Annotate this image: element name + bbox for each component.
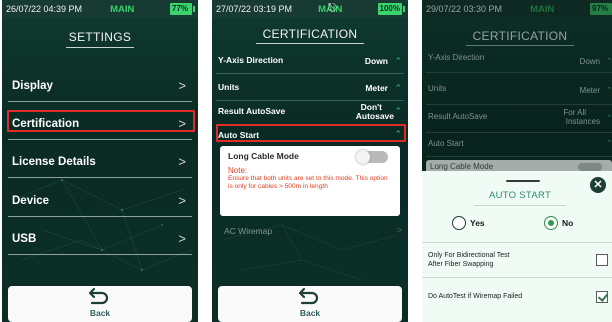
menu-item-license-details[interactable]: License Details > xyxy=(8,154,192,178)
battery-indicator: 100% xyxy=(377,3,406,15)
card-title: Long Cable Mode xyxy=(228,151,299,161)
back-arrow-icon xyxy=(88,287,109,305)
divider xyxy=(8,139,192,140)
note-title: Note: xyxy=(228,166,248,175)
row-value: Down xyxy=(364,56,388,66)
status-bar: 27/07/22 03:19 PM MAIN ⎋ 100% xyxy=(212,0,408,18)
charging-plug-icon: ⎋ xyxy=(328,2,337,14)
checkbox-checked[interactable] xyxy=(596,291,608,303)
title-underline xyxy=(66,47,134,48)
divider xyxy=(422,277,612,278)
menu-item-label: Display xyxy=(12,80,53,92)
menu-item-device[interactable]: Device > xyxy=(8,193,192,217)
radio-label: Yes xyxy=(470,218,485,228)
row-label: Units xyxy=(218,82,240,92)
divider xyxy=(216,73,404,74)
row-label: AC Wiremap xyxy=(224,226,273,236)
option-label-line1: Do AutoTest if Wiremap Failed xyxy=(428,293,523,300)
sheet-grip-handle[interactable] xyxy=(506,180,540,182)
sheet-title: AUTO START xyxy=(488,190,552,201)
selection-highlight xyxy=(7,110,195,132)
menu-item-label: License Details xyxy=(12,156,96,168)
chevron-up-icon: ⌃ xyxy=(394,106,402,116)
back-arrow-icon xyxy=(298,287,319,305)
divider xyxy=(8,101,192,102)
radio-label: No xyxy=(562,218,574,228)
divider xyxy=(8,254,192,255)
back-label: Back xyxy=(89,308,111,318)
page-title: SETTINGS xyxy=(68,30,132,44)
menu-item-display[interactable]: Display > xyxy=(8,78,192,102)
radio-circle xyxy=(452,216,466,230)
selection-highlight xyxy=(216,124,406,142)
divider xyxy=(422,242,612,243)
checkbox[interactable] xyxy=(596,254,608,266)
divider xyxy=(216,100,404,101)
chevron-up-icon: ⌃ xyxy=(394,83,402,93)
auto-start-sheet: AUTO START ✕ Yes No Only For Bidirection… xyxy=(422,171,612,322)
divider xyxy=(8,177,192,178)
menu-item-usb[interactable]: USB > xyxy=(8,231,192,255)
row-value-line2: Autosave xyxy=(355,111,394,121)
battery-indicator: 77% xyxy=(170,3,195,15)
settings-screen: 26/07/22 04:39 PM MAIN 77% SETTINGS Disp… xyxy=(2,0,198,322)
page-title: CERTIFICATION xyxy=(262,27,358,41)
row-label: Y-Axis Direction xyxy=(218,55,284,65)
clock: 27/07/22 03:19 PM xyxy=(216,4,293,14)
auto-start-screen: 29/07/22 03:30 PM MAIN 97% CERTIFICATION… xyxy=(422,0,612,322)
chevron-right-icon: > xyxy=(178,154,186,169)
long-cable-mode-card: Long Cable Mode Note: Ensure that both u… xyxy=(220,146,400,216)
mode-label: MAIN xyxy=(110,3,135,15)
chevron-right-icon: > xyxy=(178,193,186,208)
divider xyxy=(8,216,192,217)
certification-screen: 27/07/22 03:19 PM MAIN ⎋ 100% CERTIFICAT… xyxy=(212,0,408,322)
row-value: Meter xyxy=(365,83,388,93)
option-label-line1: Only For Bidirectional Test xyxy=(428,252,510,259)
chevron-right-icon: > xyxy=(396,225,402,235)
title-underline xyxy=(474,205,566,206)
option-label-line2: After Fiber Swapping xyxy=(428,261,494,268)
back-button[interactable]: Back xyxy=(218,286,402,322)
long-cable-mode-toggle[interactable] xyxy=(356,150,388,164)
chevron-right-icon: > xyxy=(178,78,186,93)
title-underline xyxy=(256,43,364,44)
radio-circle-selected xyxy=(544,216,558,230)
back-button[interactable]: Back xyxy=(8,286,192,322)
chevron-up-icon: ⌃ xyxy=(394,56,402,66)
back-label: Back xyxy=(299,308,321,318)
menu-item-label: Device xyxy=(12,195,50,207)
note-body: Ensure that both units are set to this m… xyxy=(228,175,388,191)
toggle-knob xyxy=(356,150,370,164)
row-label: Result AutoSave xyxy=(218,106,286,116)
status-bar: 26/07/22 04:39 PM MAIN 77% xyxy=(2,0,198,18)
close-icon[interactable]: ✕ xyxy=(590,177,606,193)
chevron-right-icon: > xyxy=(178,231,186,246)
clock: 26/07/22 04:39 PM xyxy=(6,4,83,14)
menu-item-label: USB xyxy=(12,233,37,245)
